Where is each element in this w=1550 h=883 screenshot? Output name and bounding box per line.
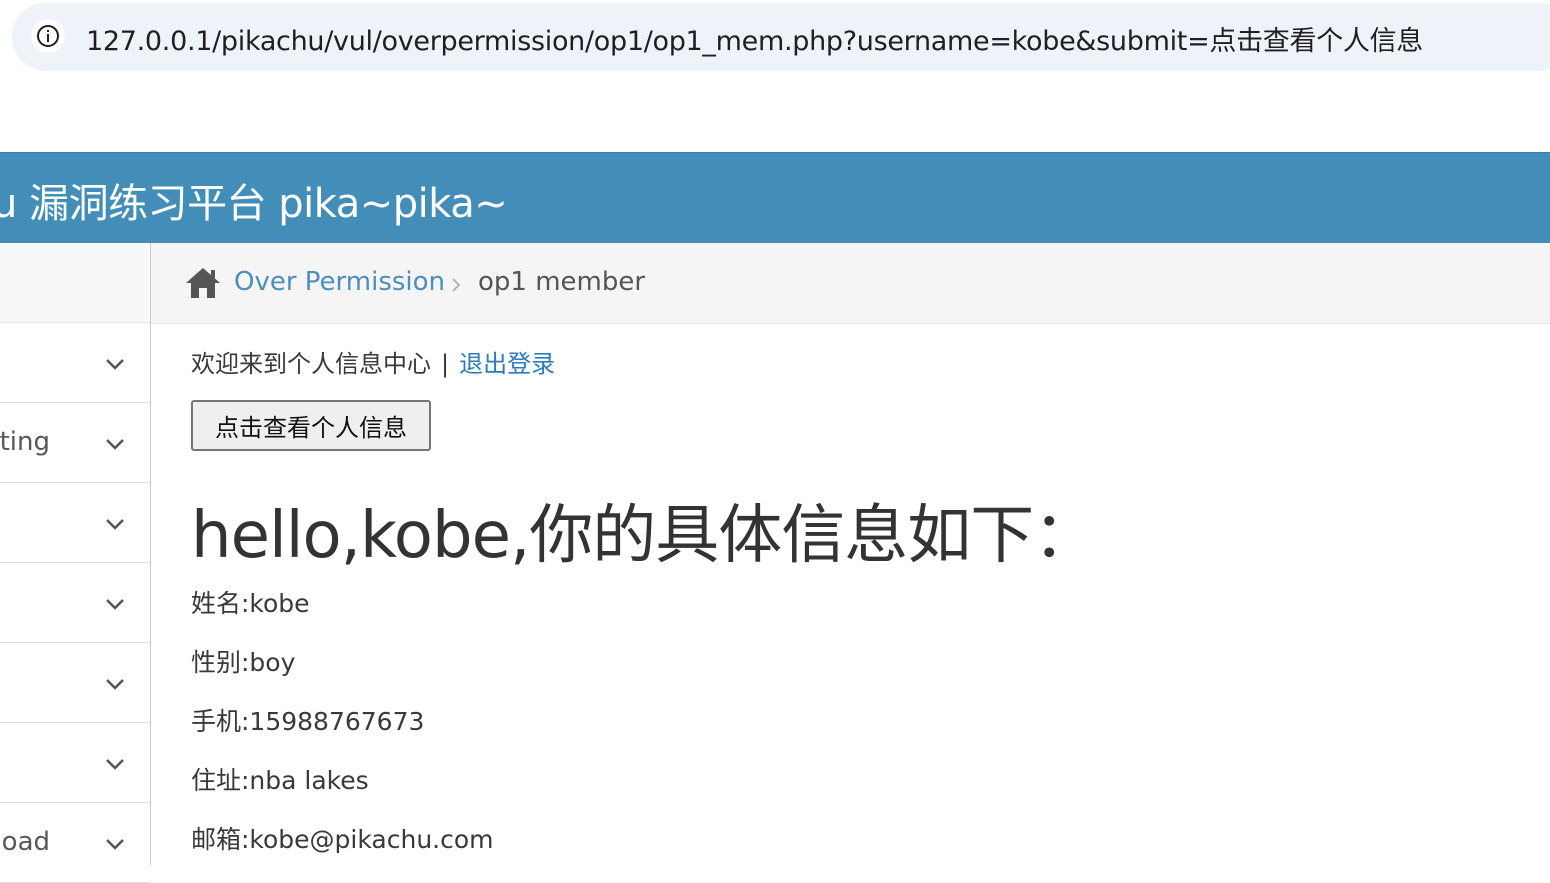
info-icon[interactable] [31,19,65,53]
breadcrumb-current: op1 member [478,267,646,297]
info-name: 姓名:kobe [191,589,310,618]
site-header: u 漏洞练习平台 pika~pika~ [0,152,1550,243]
breadcrumb: Over Permission op1 member [151,243,1550,324]
chevron-right-icon [452,278,461,292]
chevron-down-icon [106,359,124,370]
browser-toolbar: 127.0.0.1/pikachu/vul/overpermission/op1… [0,0,1550,152]
chevron-down-icon [106,759,124,770]
sidebar-item-2[interactable]: pting [0,403,150,483]
main-content: 欢迎来到个人信息中心 | 退出登录 点击查看个人信息 hello,kobe,你的具体… [151,324,1550,865]
chevron-down-icon [106,599,124,610]
info-phone: 手机:15988767673 [191,707,425,736]
address-bar[interactable]: 127.0.0.1/pikachu/vul/overpermission/op1… [12,3,1550,71]
chevron-down-icon [106,839,124,850]
chevron-down-icon [106,439,124,450]
sidebar-item-4[interactable] [0,563,150,643]
sidebar-item-3[interactable] [0,483,150,563]
breadcrumb-link-over-permission[interactable]: Over Permission [234,267,445,297]
sidebar-item-1[interactable] [0,323,150,403]
sidebar-item-7[interactable]: nload [0,803,150,883]
chevron-down-icon [106,519,124,530]
sidebar-item-6[interactable] [0,723,150,803]
page-heading: hello,kobe,你的具体信息如下： [191,499,1097,573]
home-icon [186,268,220,298]
logout-link[interactable]: 退出登录 [459,350,555,378]
sidebar-shortcuts [0,243,150,323]
url-text[interactable]: 127.0.0.1/pikachu/vul/overpermission/op1… [86,19,1423,58]
info-email: 邮箱:kobe@pikachu.com [191,825,494,854]
sidebar: pting nload [0,243,151,883]
site-title[interactable]: u 漏洞练习平台 pika~pika~ [0,171,508,229]
info-address: 住址:nba lakes [191,766,369,795]
info-gender: 性别:boy [191,648,296,677]
welcome-line: 欢迎来到个人信息中心 | 退出登录 [191,344,555,379]
sidebar-item-5[interactable] [0,643,150,723]
sidebar-item-label: pting [0,427,50,457]
welcome-text: 欢迎来到个人信息中心 [191,350,431,378]
view-info-button[interactable]: 点击查看个人信息 [191,400,431,451]
sidebar-item-label: nload [0,827,50,857]
welcome-separator: | [441,350,450,378]
chevron-down-icon [106,679,124,690]
